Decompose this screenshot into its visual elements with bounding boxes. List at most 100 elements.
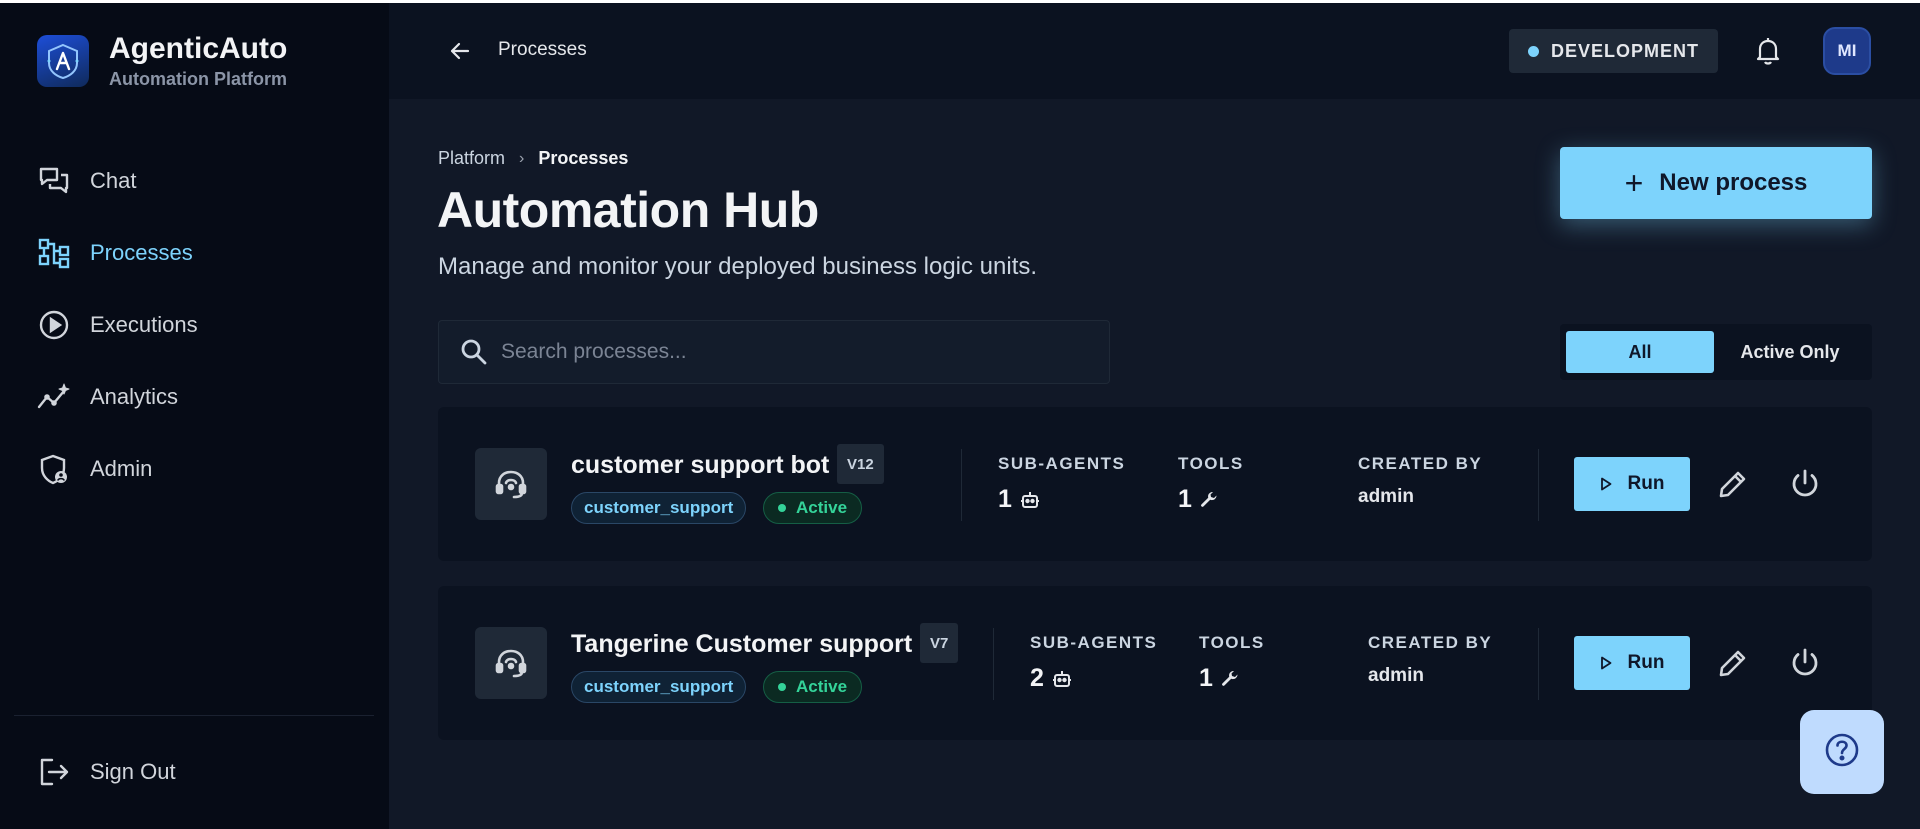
new-process-button[interactable]: + New process: [1560, 147, 1872, 219]
back-arrow-icon[interactable]: [445, 36, 475, 66]
sidebar-item-admin[interactable]: Admin: [0, 441, 389, 497]
version-badge: V12: [837, 444, 884, 484]
sign-out-icon: [37, 755, 71, 789]
tools-count: 1: [1199, 664, 1239, 693]
edit-pencil-icon[interactable]: [1714, 644, 1752, 682]
sidebar-divider: [14, 715, 374, 716]
tools-value: 1: [1199, 664, 1213, 692]
run-button[interactable]: Run: [1574, 457, 1690, 511]
play-icon: [1600, 477, 1612, 491]
sidebar-item-label: Chat: [90, 168, 137, 193]
card-divider: [993, 628, 994, 700]
chat-icon: [37, 164, 71, 198]
page-title: Automation Hub: [437, 182, 819, 238]
created-by-value: admin: [1358, 486, 1414, 507]
sub-agents-count: 1: [998, 485, 1040, 514]
tools-label: TOOLS: [1178, 454, 1244, 473]
search-input[interactable]: [501, 340, 1061, 364]
wrench-icon: [1221, 670, 1239, 688]
sidebar-item-executions[interactable]: Executions: [0, 297, 389, 353]
play-circle-icon: [37, 308, 71, 342]
question-icon: [1823, 731, 1861, 774]
sub-agents-value: 1: [998, 485, 1012, 513]
environment-label: DEVELOPMENT: [1550, 40, 1699, 61]
sidebar-item-chat[interactable]: Chat: [0, 153, 389, 209]
support-agent-icon: [475, 627, 547, 699]
breadcrumb-chevron-icon: ›: [519, 149, 525, 167]
status-label: Active: [796, 677, 848, 696]
card-divider: [1538, 449, 1539, 521]
status-dot: [778, 504, 786, 512]
window-top-border: [0, 0, 1920, 3]
tools-count: 1: [1178, 485, 1218, 514]
brand[interactable]: AgenticAuto Automation Platform: [37, 32, 287, 90]
process-name[interactable]: customer support bot: [571, 451, 829, 480]
environment-dot: [1527, 45, 1539, 57]
status-badge: Active: [763, 671, 863, 703]
sidebar-item-analytics[interactable]: Analytics: [0, 369, 389, 425]
process-tag: customer_support: [571, 492, 747, 524]
robot-icon: [1020, 490, 1040, 510]
user-avatar[interactable]: MI: [1823, 27, 1871, 75]
status-badge: Active: [763, 492, 863, 524]
environment-badge[interactable]: DEVELOPMENT: [1509, 29, 1718, 73]
card-divider: [1538, 628, 1539, 700]
sign-out-button[interactable]: Sign Out: [0, 744, 389, 800]
filter-active-only-button[interactable]: Active Only: [1714, 331, 1866, 373]
breadcrumb: Platform › Processes: [438, 148, 628, 169]
version-badge: V7: [920, 623, 959, 663]
breadcrumb-processes: Processes: [538, 148, 629, 168]
breadcrumb-platform[interactable]: Platform: [438, 148, 505, 169]
tools-value: 1: [1178, 485, 1192, 513]
status-dot: [778, 683, 786, 691]
run-label: Run: [1627, 473, 1665, 494]
created-by-label: CREATED BY: [1368, 633, 1493, 652]
power-icon[interactable]: [1786, 644, 1824, 682]
page-subtitle: Manage and monitor your deployed busines…: [438, 253, 1038, 280]
brand-name: AgenticAuto: [109, 32, 288, 65]
search-box: [438, 320, 1110, 384]
brand-logo-icon: [37, 35, 89, 87]
analytics-icon: [37, 380, 71, 414]
sub-agents-value: 2: [1030, 664, 1044, 692]
support-agent-icon: [475, 448, 547, 520]
filter-all-button[interactable]: All: [1566, 331, 1714, 373]
edit-pencil-icon[interactable]: [1714, 465, 1752, 503]
sign-out-label: Sign Out: [90, 759, 176, 784]
sub-agents-label: SUB-AGENTS: [1030, 633, 1158, 652]
process-name[interactable]: Tangerine Customer support: [571, 630, 912, 659]
created-by-value: admin: [1368, 665, 1424, 686]
play-icon: [1600, 656, 1612, 670]
power-icon[interactable]: [1786, 465, 1824, 503]
top-header: Processes DEVELOPMENT MI: [389, 3, 1920, 99]
brand-subtitle: Automation Platform: [109, 69, 287, 89]
sidebar-item-processes[interactable]: Processes: [0, 225, 389, 281]
robot-icon: [1052, 669, 1072, 689]
created-by-label: CREATED BY: [1358, 454, 1483, 473]
plus-icon: +: [1624, 165, 1644, 201]
header-title: Processes: [498, 39, 587, 60]
card-divider: [961, 449, 962, 521]
status-label: Active: [796, 498, 848, 517]
wrench-icon: [1200, 491, 1218, 509]
sidebar-item-label: Executions: [90, 312, 198, 337]
search-icon: [459, 337, 489, 367]
admin-shield-icon: [37, 452, 71, 486]
sidebar-item-label: Processes: [90, 240, 193, 265]
run-button[interactable]: Run: [1574, 636, 1690, 690]
process-card[interactable]: customer support bot V12 customer_suppor…: [438, 407, 1872, 561]
process-card[interactable]: Tangerine Customer support V7 customer_s…: [438, 586, 1872, 740]
sidebar-item-label: Analytics: [90, 384, 179, 409]
sub-agents-label: SUB-AGENTS: [998, 454, 1126, 473]
help-button[interactable]: [1800, 710, 1884, 794]
sidebar-item-label: Admin: [90, 456, 153, 481]
processes-icon: [37, 236, 71, 270]
sub-agents-count: 2: [1030, 664, 1072, 693]
tools-label: TOOLS: [1199, 633, 1265, 652]
status-filter: All Active Only: [1560, 324, 1872, 380]
bell-icon[interactable]: [1751, 34, 1785, 68]
new-process-label: New process: [1659, 169, 1808, 196]
process-tag: customer_support: [571, 671, 747, 703]
sidebar: AgenticAuto Automation Platform Chat Pro…: [0, 3, 389, 829]
run-label: Run: [1627, 652, 1665, 673]
